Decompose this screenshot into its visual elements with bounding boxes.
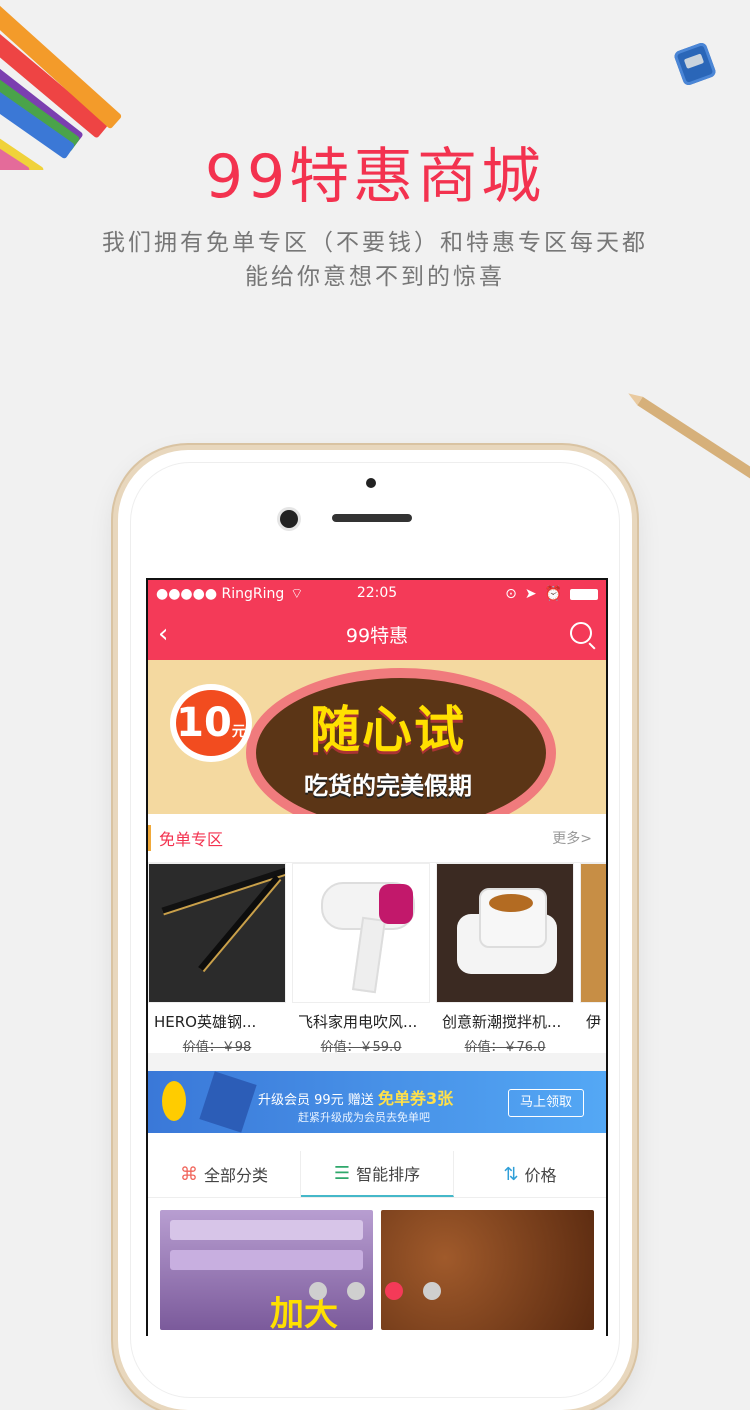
banner-headline: 随心试 bbox=[310, 701, 466, 759]
status-time: 22:05 bbox=[356, 585, 398, 601]
product-image-mixer bbox=[436, 863, 574, 1003]
page-dot[interactable] bbox=[347, 1282, 365, 1300]
product-grid: 加大 bbox=[148, 1198, 606, 1330]
filter-all-categories[interactable]: ⌘ 全部分类 bbox=[148, 1151, 301, 1197]
status-bar: ●●●●● RingRing ⌔ 22:05 ⊙ ➤ ⏰ bbox=[148, 580, 606, 608]
product-name: 创意新潮搅拌机... bbox=[442, 1013, 562, 1031]
badge-unit: 元 bbox=[231, 724, 246, 740]
search-icon[interactable] bbox=[570, 622, 592, 644]
product-price: 价值：￥76.0 bbox=[464, 1040, 546, 1053]
filter-bar: ⌘ 全部分类 ☰ 智能排序 ⇅ 价格 bbox=[148, 1151, 606, 1198]
more-link[interactable]: 更多> bbox=[552, 828, 592, 848]
promo-banner[interactable]: 10元 随心试 吃货的完美假期 bbox=[148, 660, 606, 814]
product-card[interactable]: 飞科家用电吹风... 价值：￥59.0 bbox=[292, 863, 430, 1053]
filter-smart-sort[interactable]: ☰ 智能排序 bbox=[301, 1151, 454, 1197]
product-name: 伊 bbox=[586, 1013, 602, 1031]
nav-bar: ‹ 99特惠 bbox=[148, 608, 606, 660]
subtitle-line-2: 能给你意想不到的惊喜 bbox=[245, 264, 505, 290]
sort-icon: ⇅ bbox=[503, 1163, 519, 1185]
section-title: 免单专区 bbox=[159, 830, 224, 849]
product-image-partial bbox=[580, 863, 606, 1003]
free-products-list: HERO英雄钢... 价值：￥98 飞科家用电吹风... 价值：￥59.0 创意… bbox=[148, 863, 606, 1053]
product-image-hairdryer bbox=[292, 863, 430, 1003]
product-card[interactable]: 创意新潮搅拌机... 价值：￥76.0 bbox=[436, 863, 574, 1053]
grid-item-raisins[interactable] bbox=[381, 1210, 594, 1330]
phone-camera bbox=[280, 510, 298, 528]
free-section-header: 免单专区 更多> bbox=[148, 814, 606, 863]
product-name: HERO英雄钢... bbox=[154, 1013, 257, 1031]
page-subtitle: 我们拥有免单专区（不要钱）和特惠专区每天都 能给你意想不到的惊喜 bbox=[60, 226, 690, 294]
battery-icon bbox=[570, 588, 598, 600]
page-dot[interactable] bbox=[423, 1282, 441, 1300]
claim-now-button[interactable]: 马上领取 bbox=[508, 1089, 584, 1117]
page-title: 99特惠商城 bbox=[204, 142, 546, 212]
pagination-dots bbox=[0, 1282, 750, 1300]
phone-screen: ●●●●● RingRing ⌔ 22:05 ⊙ ➤ ⏰ ‹ 99特惠 10元 … bbox=[146, 578, 608, 1336]
filter-label: 全部分类 bbox=[203, 1166, 268, 1185]
phone-sensor bbox=[366, 478, 376, 488]
filter-label: 智能排序 bbox=[356, 1165, 421, 1184]
banner-subline: 吃货的完美假期 bbox=[304, 772, 472, 800]
banner-price-badge: 10元 bbox=[176, 690, 246, 756]
page-dot-active[interactable] bbox=[385, 1282, 403, 1300]
nav-title: 99特惠 bbox=[345, 624, 409, 647]
promo-main-highlight: 免单券3张 bbox=[377, 1089, 454, 1108]
promo-main-prefix: 升级会员 99元 赠送 bbox=[258, 1093, 374, 1108]
product-card[interactable]: 伊 bbox=[580, 863, 606, 1053]
promo-sub-text: 赶紧升级成为会员去免单吧 bbox=[298, 1111, 430, 1124]
coin-graphic bbox=[162, 1081, 186, 1121]
badge-number: 10 bbox=[176, 700, 232, 746]
chevron-left-icon[interactable]: ‹ bbox=[158, 619, 168, 649]
grid-item-towels[interactable]: 加大 bbox=[160, 1210, 373, 1330]
section-divider bbox=[148, 1053, 606, 1071]
filter-price[interactable]: ⇅ 价格 bbox=[454, 1151, 606, 1197]
gem-graphic bbox=[199, 1071, 257, 1133]
product-name: 飞科家用电吹风... bbox=[298, 1013, 418, 1031]
product-image-pen bbox=[148, 863, 286, 1003]
phone-speaker bbox=[332, 514, 412, 522]
page-dot[interactable] bbox=[309, 1282, 327, 1300]
filter-label: 价格 bbox=[524, 1166, 557, 1185]
promo-main-text: 升级会员 99元 赠送 免单券3张 bbox=[258, 1085, 453, 1109]
pencil-decoration bbox=[637, 396, 750, 498]
section-accent-bar bbox=[148, 825, 151, 851]
product-card[interactable]: HERO英雄钢... 价值：￥98 bbox=[148, 863, 286, 1053]
grid-icon: ⌘ bbox=[179, 1163, 198, 1185]
membership-promo-banner[interactable]: 升级会员 99元 赠送 免单券3张 赶紧升级成为会员去免单吧 马上领取 bbox=[148, 1071, 606, 1133]
list-icon: ☰ bbox=[333, 1162, 351, 1184]
sharpener-decoration bbox=[672, 41, 718, 87]
subtitle-line-1: 我们拥有免单专区（不要钱）和特惠专区每天都 bbox=[102, 230, 648, 256]
product-price: 价值：￥98 bbox=[182, 1040, 252, 1053]
product-price: 价值：￥59.0 bbox=[320, 1040, 402, 1053]
